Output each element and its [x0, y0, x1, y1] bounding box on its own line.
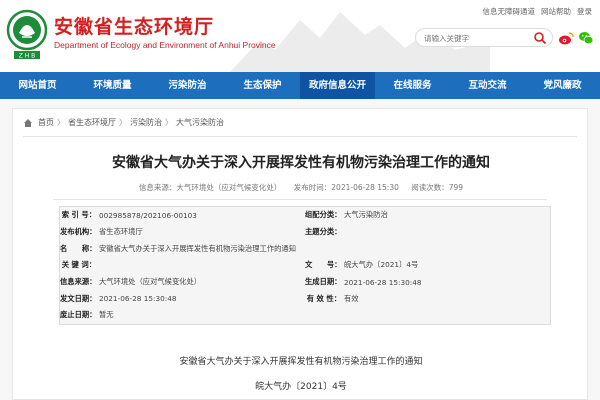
info-value: 安徽省大气办关于深入开展挥发性有机物污染治理工作的通知: [99, 243, 297, 253]
info-label: 废止日期：: [60, 310, 97, 320]
body-heading: 安徽省大气办关于深入开展挥发性有机物污染治理工作的通知: [179, 357, 423, 367]
nav-item-environment-quality[interactable]: 环境质量: [75, 72, 150, 99]
nav-item-online-service[interactable]: 在线服务: [375, 72, 450, 99]
breadcrumb-air[interactable]: 大气污染防治: [176, 117, 224, 128]
info-value: 暂无: [99, 310, 114, 320]
breadcrumb-separator: 〉: [165, 118, 173, 127]
weibo-icon[interactable]: [558, 30, 574, 46]
info-label: 发文日期：: [60, 293, 97, 303]
info-label: 主题分类：: [305, 227, 342, 237]
article-title: 安徽省大气办关于深入开展挥发性有机物污染治理工作的通知: [112, 155, 490, 171]
table-row: 索 引 号： 002985878/202106-00103 组配分类： 大气污染防治: [60, 207, 550, 224]
logo-icon: Z H B: [6, 9, 48, 60]
table-row: 发文日期： 2021-06-28 15:30:48 有 效 性： 有效: [60, 290, 550, 307]
info-label: 有 效 性：: [306, 293, 341, 303]
breadcrumb-department[interactable]: 省生态环境厅: [68, 117, 116, 128]
breadcrumb-separator: 〉: [57, 118, 65, 127]
article-meta: 信息来源：大气环境处（应对气候变化处） 发布时间：2021-06-28 15:3…: [13, 182, 589, 193]
content-panel: 首页 〉 省生态环境厅 〉 污染防治 〉 大气污染防治 安徽省大气办关于深入开展…: [12, 108, 588, 400]
nav-item-pollution-control[interactable]: 污染防治: [150, 72, 225, 99]
social-links: [558, 30, 594, 46]
table-row: 废止日期： 暂无: [60, 307, 550, 324]
breadcrumb-divider: [23, 136, 577, 137]
nav-item-party-integrity[interactable]: 党风廉政: [525, 72, 600, 99]
info-label: 组配分类：: [305, 210, 342, 220]
table-row: 关 键 词： 文 号： 皖大气办〔2021〕4号: [60, 257, 550, 274]
site-header: Z H B 安徽省生态环境厅 Department of Ecology and…: [0, 0, 600, 72]
info-value: 省生态环境厅: [99, 227, 143, 237]
info-label: 索 引 号：: [61, 210, 96, 220]
home-icon: [24, 118, 32, 127]
info-table: 索 引 号： 002985878/202106-00103 组配分类： 大气污染防治…: [59, 206, 551, 325]
breadcrumb-pollution[interactable]: 污染防治: [130, 117, 162, 128]
nav-item-gov-info[interactable]: 政府信息公开: [300, 72, 375, 99]
breadcrumb-home[interactable]: 首页: [38, 117, 54, 128]
info-label: 信息来源：: [60, 277, 97, 287]
breadcrumb: 首页 〉 省生态环境厅 〉 污染防治 〉 大气污染防治: [23, 117, 224, 128]
table-row: 发布机构： 省生态环境厅 主题分类：: [60, 224, 550, 241]
table-row: 名 称： 安徽省大气办关于深入开展挥发性有机物污染治理工作的通知: [60, 240, 550, 257]
info-value: 皖大气办〔2021〕4号: [344, 260, 419, 270]
breadcrumb-separator: 〉: [119, 118, 127, 127]
info-label: 生成日期：: [305, 277, 342, 287]
info-label: 名 称：: [60, 243, 97, 253]
site-subtitle: Department of Ecology and Environment of…: [54, 40, 276, 50]
svg-text:Z H B: Z H B: [19, 53, 36, 60]
info-value: 大气污染防治: [344, 210, 388, 220]
info-value: 大气环境处（应对气候变化处）: [99, 277, 202, 287]
nav-item-eco-protection[interactable]: 生态保护: [225, 72, 300, 99]
article-date: 发布时间：2021-06-28 15:30: [293, 183, 399, 192]
wechat-icon[interactable]: [578, 30, 594, 46]
login-link[interactable]: 登录: [577, 6, 592, 17]
info-value: 有效: [344, 293, 359, 303]
meta-divider: [53, 199, 547, 200]
info-label: 发布机构：: [60, 227, 97, 237]
info-label: 文 号：: [305, 260, 342, 270]
site-title: 安徽省生态环境厅: [54, 16, 215, 38]
info-value: 2021-06-28 15:30:48: [99, 294, 177, 304]
table-row: 信息来源： 大气环境处（应对气候变化处） 生成日期： 2021-06-28 15:3…: [60, 274, 550, 291]
document-number: 皖大气办〔2021〕4号: [255, 382, 347, 392]
article-views: 阅读次数：799: [411, 183, 464, 192]
search-input[interactable]: [424, 31, 529, 45]
top-links: 信息无障碍通道 网站帮助 登录: [483, 6, 593, 17]
main-nav: 网站首页 环境质量 污染防治 生态保护 政府信息公开 在线服务 互动交流 党风廉…: [0, 72, 600, 99]
info-value: 2021-06-28 15:30:48: [344, 277, 422, 287]
info-value: 002985878/202106-00103: [99, 210, 197, 220]
help-link[interactable]: 网站帮助: [541, 6, 571, 17]
nav-item-home[interactable]: 网站首页: [0, 72, 75, 99]
accessibility-link[interactable]: 信息无障碍通道: [483, 6, 536, 17]
search-icon[interactable]: [533, 31, 547, 45]
search-box: [415, 28, 553, 47]
nav-item-interaction[interactable]: 互动交流: [450, 72, 525, 99]
info-label: 关 键 词：: [61, 260, 96, 270]
article-source: 信息来源：大气环境处（应对气候变化处）: [138, 183, 282, 192]
